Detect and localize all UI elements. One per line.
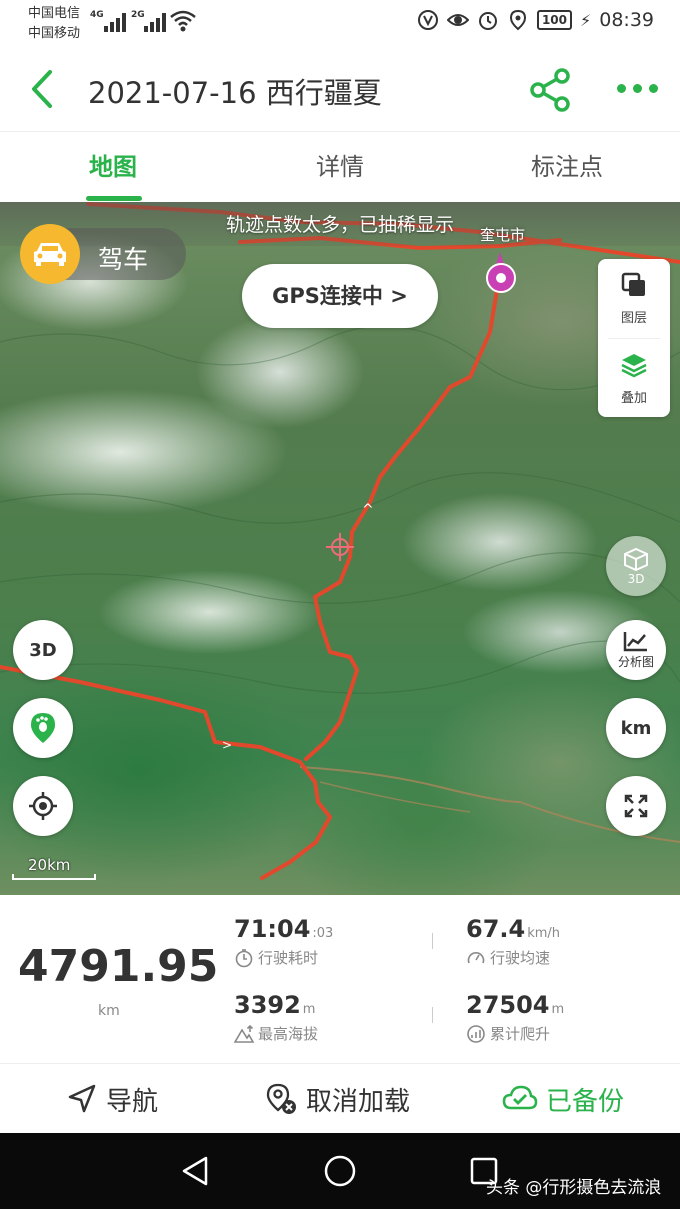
charging-icon: ⚡ <box>580 10 592 30</box>
max-altitude-value: 3392 <box>234 991 301 1019</box>
unit-toggle-button[interactable]: km <box>606 698 666 758</box>
battery-indicator: 100 <box>536 10 572 30</box>
start-marker-icon <box>486 252 516 293</box>
terrain-3d-label: 3D <box>627 571 645 586</box>
watermark: 头条 @行形摄色去流浪 <box>486 1178 662 1198</box>
signal-type-2: 2G <box>131 10 145 20</box>
max-altitude-label: 最高海拔 <box>258 1025 319 1043</box>
wifi-icon <box>170 10 196 32</box>
chevron-left-icon[interactable] <box>24 68 64 110</box>
total-climb-stat: 27504 m 累计爬升 <box>466 991 564 1044</box>
cube-icon <box>624 547 648 571</box>
total-distance-value: 4791.95 <box>18 941 219 992</box>
action-bar: 导航 取消加载 已备份 <box>0 1063 680 1133</box>
drive-time-value: 71:04 <box>234 915 311 943</box>
backed-up-button[interactable]: 已备份 <box>502 1064 624 1134</box>
direction-arrow-icon: > <box>222 738 232 752</box>
max-altitude-stat: 3392 m 最高海拔 <box>234 991 318 1044</box>
tab-markers[interactable]: 标注点 <box>454 132 680 202</box>
share-icon[interactable] <box>526 66 574 114</box>
gps-status-button[interactable]: GPS连接中 > <box>242 264 438 328</box>
avg-speed-value: 67.4 <box>466 915 526 943</box>
toggle-3d-label: 3D <box>29 639 57 661</box>
clock: 08:39 <box>599 9 654 31</box>
fullscreen-icon <box>624 794 648 818</box>
cancel-load-label: 取消加载 <box>306 1086 411 1117</box>
page-title: 2021-07-16 西行疆夏 <box>88 76 382 110</box>
avg-speed-stat: 67.4 km/h 行驶均速 <box>466 915 560 968</box>
fullscreen-button[interactable] <box>606 776 666 836</box>
total-climb-unit: m <box>551 1002 565 1017</box>
terrain-3d-button[interactable]: 3D <box>606 536 666 596</box>
trip-stats-panel: 4791.95 km 71:04:03 行驶耗时 67.4 km/h 行驶均速 3… <box>0 895 680 1063</box>
overlay-button[interactable]: 叠加 <box>598 339 670 417</box>
signal-type-1: 4G <box>90 10 104 20</box>
layers-icon <box>621 272 645 296</box>
tab-indicator <box>86 196 142 201</box>
drive-time-stat: 71:04:03 行驶耗时 <box>234 915 333 968</box>
signal-bars-2-icon <box>144 12 166 32</box>
tab-bar: 地图 详情 标注点 <box>0 132 680 202</box>
stat-divider <box>432 1007 433 1023</box>
carrier-2: 中国移动 <box>28 26 81 41</box>
map-view[interactable]: ^ > 轨迹点数太多，已抽稀显示 奎屯市 驾车 GPS连接中 > 图层 叠加 3… <box>0 202 680 895</box>
footprint-pin-icon <box>31 713 55 743</box>
signal-bars-1-icon <box>104 12 126 32</box>
alarm-icon <box>478 12 497 30</box>
tab-details[interactable]: 详情 <box>227 132 453 202</box>
stat-divider <box>432 933 433 949</box>
navigate-label: 导航 <box>106 1086 159 1117</box>
travel-mode-selector[interactable]: 驾车 <box>20 224 186 284</box>
car-icon <box>20 224 80 284</box>
footprint-button[interactable] <box>13 698 73 758</box>
pin-cancel-icon <box>266 1083 296 1114</box>
unit-toggle-label: km <box>620 717 652 739</box>
avg-speed-unit: km/h <box>527 926 561 941</box>
travel-mode-label: 驾车 <box>98 245 149 274</box>
status-bar: 中国电信 中国移动 4G 2G 100 ⚡ 08:39 <box>0 0 680 48</box>
status-right: 100 ⚡ 08:39 <box>417 9 654 31</box>
nfc-icon <box>417 10 438 30</box>
map-city-label: 奎屯市 <box>480 226 526 244</box>
toggle-3d-button[interactable]: 3D <box>13 620 73 680</box>
map-layer-panel: 图层 叠加 <box>598 259 670 417</box>
stopwatch-icon <box>235 948 253 967</box>
more-dots-icon[interactable] <box>612 76 662 100</box>
carrier-1: 中国电信 <box>28 6 81 21</box>
mountain-peak-icon <box>234 1024 254 1043</box>
analysis-chart-button[interactable]: 分析图 <box>606 620 666 680</box>
direction-arrow-icon: ^ <box>362 502 374 518</box>
speedometer-icon <box>467 951 485 963</box>
location-icon <box>509 9 526 31</box>
navigation-arrow-icon <box>68 1084 96 1113</box>
nav-home-icon[interactable] <box>323 1154 357 1188</box>
total-climb-label: 累计爬升 <box>490 1025 551 1043</box>
cloud-check-icon <box>502 1085 538 1110</box>
app-header: 2021-07-16 西行疆夏 <box>0 48 680 132</box>
avg-speed-label: 行驶均速 <box>490 949 551 967</box>
eye-icon <box>446 14 469 26</box>
overlay-stack-icon <box>621 354 647 378</box>
nav-back-icon[interactable] <box>180 1155 210 1187</box>
total-distance-unit: km <box>98 1003 120 1019</box>
backed-up-label: 已备份 <box>546 1086 625 1117</box>
navigate-button[interactable]: 导航 <box>66 1064 158 1134</box>
climb-icon <box>467 1024 485 1043</box>
drive-time-seconds: :03 <box>312 926 334 941</box>
locate-crosshair-icon <box>29 792 57 820</box>
max-altitude-unit: m <box>302 1002 316 1017</box>
drive-time-label: 行驶耗时 <box>258 949 319 967</box>
analysis-chart-label: 分析图 <box>617 655 654 669</box>
layers-label: 图层 <box>620 311 647 326</box>
cancel-load-button[interactable]: 取消加载 <box>264 1064 410 1134</box>
tab-map[interactable]: 地图 <box>0 132 226 202</box>
scale-bar <box>12 874 96 880</box>
layers-button[interactable]: 图层 <box>598 259 670 337</box>
total-climb-value: 27504 <box>466 991 550 1019</box>
locate-me-button[interactable] <box>13 776 73 836</box>
overlay-label: 叠加 <box>620 391 647 406</box>
line-chart-icon <box>623 632 647 652</box>
scale-label: 20km <box>28 856 71 874</box>
system-nav-bar: 头条 @行形摄色去流浪 <box>0 1133 680 1209</box>
